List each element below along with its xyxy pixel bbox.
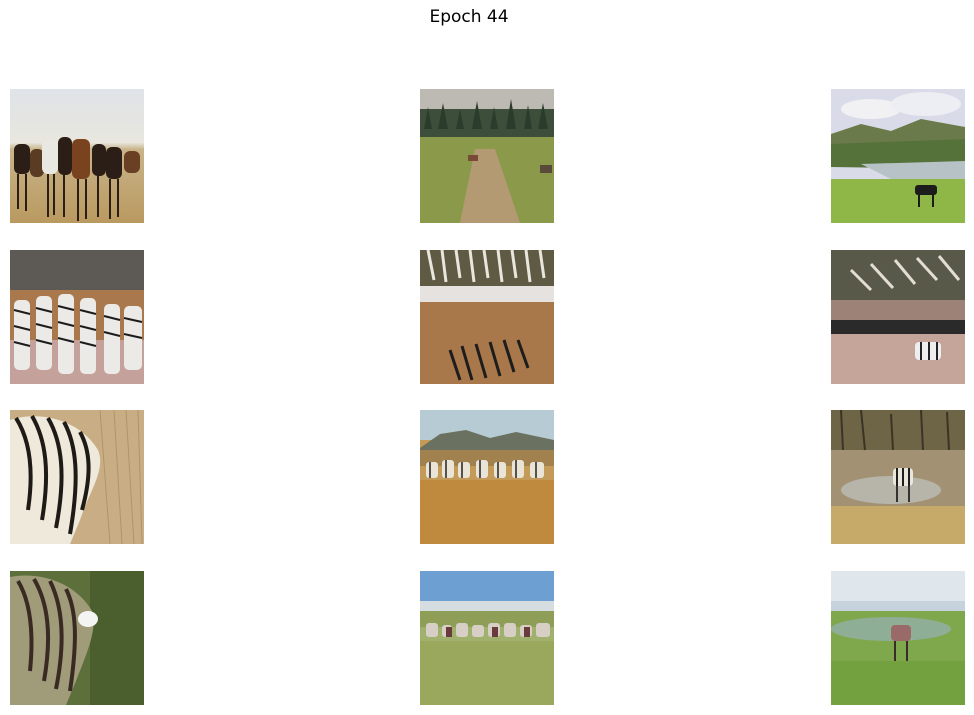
image-zebra-grazing [10, 410, 144, 544]
image-lone-zebra [831, 410, 965, 544]
image-river-valley-horse [831, 89, 965, 223]
image-generated-zebra-valley [831, 250, 965, 384]
image-generated-zebra-herd [10, 250, 144, 384]
image-dirt-path-field [420, 89, 554, 223]
image-grid [0, 0, 974, 715]
image-horse-herd [10, 89, 144, 223]
image-generated-zebra-path [420, 250, 554, 384]
image-generated-horse-herd [420, 571, 554, 705]
image-generated-horse-grazing [10, 571, 144, 705]
image-zebra-herd-savanna [420, 410, 554, 544]
image-generated-lone-horse [831, 571, 965, 705]
